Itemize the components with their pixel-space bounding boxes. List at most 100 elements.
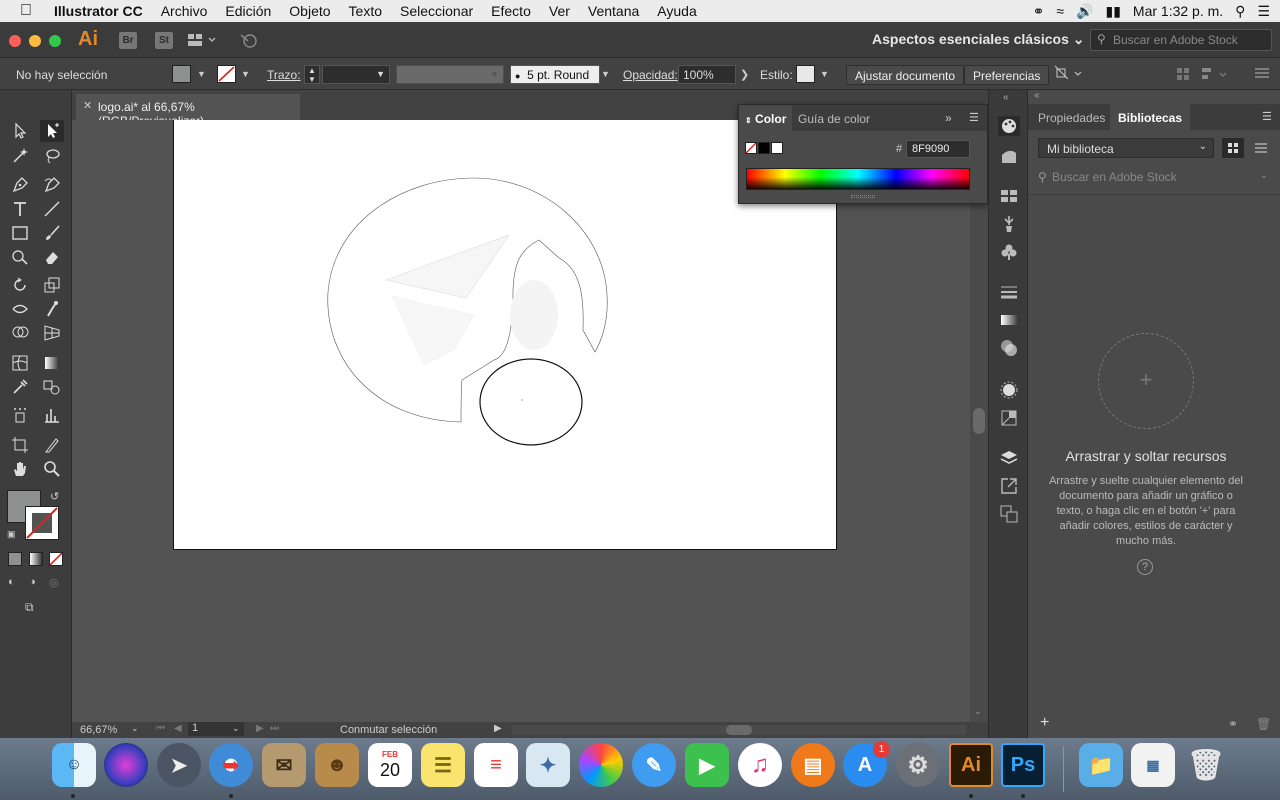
shape-builder-tool-icon[interactable] bbox=[8, 322, 32, 344]
scroll-down-icon[interactable]: ⌄ bbox=[974, 706, 982, 717]
fill-swatch[interactable] bbox=[172, 65, 191, 83]
draw-normal-icon[interactable]: ◐ bbox=[8, 576, 15, 588]
color-guide-icon[interactable] bbox=[998, 146, 1020, 166]
none-color-swatch[interactable] bbox=[745, 142, 757, 154]
rectangle-tool-icon[interactable] bbox=[8, 222, 32, 244]
export-asset-icon[interactable] bbox=[998, 476, 1020, 496]
wifi-icon[interactable]: ≈ bbox=[1056, 3, 1064, 19]
mesh-tool-icon[interactable] bbox=[8, 352, 32, 374]
launchpad-app-icon[interactable]: ➤ bbox=[157, 743, 201, 787]
transparency-icon[interactable] bbox=[998, 338, 1020, 358]
width-tool-icon[interactable] bbox=[8, 298, 32, 320]
magic-wand-tool-icon[interactable] bbox=[8, 145, 32, 167]
menu-objeto[interactable]: Objeto bbox=[280, 3, 339, 19]
logo-outline-path[interactable] bbox=[327, 177, 608, 423]
facetime-app-icon[interactable]: ▶ bbox=[685, 743, 729, 787]
status-action-label[interactable]: Conmutar selección bbox=[340, 724, 437, 736]
spotlight-search-icon[interactable]: ⚲ bbox=[1235, 3, 1245, 20]
gradient-tool-icon[interactable] bbox=[40, 352, 64, 374]
swatches-icon[interactable] bbox=[998, 186, 1020, 206]
notes-app-icon[interactable]: ☰ bbox=[421, 743, 465, 787]
opacity-label[interactable]: Opacidad: bbox=[623, 68, 678, 82]
window-minimize-button[interactable] bbox=[29, 35, 41, 47]
vertical-scroll-thumb[interactable] bbox=[973, 408, 985, 434]
finder-app-icon[interactable]: ☺ bbox=[52, 743, 96, 787]
itunes-app-icon[interactable]: ♫ bbox=[738, 743, 782, 787]
stroke-label[interactable]: Trazo: bbox=[267, 68, 301, 82]
first-artboard-icon[interactable]: ⏮ bbox=[156, 723, 165, 734]
stroke-panel-icon[interactable] bbox=[998, 282, 1020, 302]
symbol-sprayer-tool-icon[interactable] bbox=[8, 404, 32, 426]
mail-app-icon[interactable]: ✉ bbox=[262, 743, 306, 787]
messages-app-icon[interactable]: ✎ bbox=[632, 743, 676, 787]
tab-properties[interactable]: Propiedades bbox=[1030, 104, 1113, 130]
window-close-button[interactable] bbox=[9, 35, 21, 47]
puppet-warp-tool-icon[interactable] bbox=[40, 298, 64, 320]
stroke-swatch[interactable] bbox=[217, 65, 236, 83]
type-tool-icon[interactable] bbox=[8, 198, 32, 220]
menubar-clock[interactable]: Mar 1:32 p. m. bbox=[1133, 3, 1223, 19]
apple-menu-icon[interactable]:  bbox=[0, 2, 52, 20]
artboard-dropdown-icon[interactable]: ⌄ bbox=[232, 723, 240, 734]
next-artboard-icon[interactable]: ▶ bbox=[256, 723, 264, 734]
tab-color-guide[interactable]: Guía de color bbox=[792, 105, 876, 131]
brush-definition[interactable]: ● 5 pt. Round bbox=[510, 65, 600, 84]
lasso-tool-icon[interactable] bbox=[40, 145, 64, 167]
graphic-style-swatch[interactable] bbox=[796, 65, 815, 83]
illustrator-app-icon[interactable]: Ai bbox=[949, 743, 993, 787]
style-dropdown-icon[interactable]: ▼ bbox=[820, 69, 829, 79]
variable-width-profile[interactable]: ▼ bbox=[396, 65, 504, 84]
gpu-performance-icon[interactable] bbox=[238, 31, 260, 52]
brushes-icon[interactable] bbox=[998, 214, 1020, 234]
brush-dropdown-icon[interactable]: ▼ bbox=[601, 69, 610, 79]
circle-shape[interactable] bbox=[479, 358, 583, 446]
fit-document-button[interactable]: Ajustar documento bbox=[846, 65, 965, 85]
eraser-tool-icon[interactable] bbox=[40, 246, 64, 268]
stroke-weight-field[interactable]: ▼ bbox=[322, 65, 390, 84]
workspace-switcher[interactable]: Aspectos esenciales clásicos ⌄ bbox=[872, 31, 1085, 48]
lib-collapse-icon[interactable]: « bbox=[1034, 90, 1040, 101]
creative-cloud-sync-icon[interactable]: ⚭ bbox=[1228, 717, 1238, 731]
zoom-dropdown-icon[interactable]: ⌄ bbox=[131, 723, 139, 734]
stroke-weight-stepper[interactable]: ▲ ▼ bbox=[304, 65, 320, 84]
rotate-tool-icon[interactable] bbox=[8, 274, 32, 296]
stroke-color-box[interactable] bbox=[25, 506, 59, 540]
symbols-icon[interactable] bbox=[998, 242, 1020, 262]
safari-app-icon[interactable]: ➥ bbox=[209, 743, 253, 787]
library-search-input[interactable]: ⚲ Buscar en Adobe Stock ⌄ bbox=[1036, 170, 1272, 188]
isolate-icon[interactable] bbox=[1176, 67, 1190, 84]
shaper-tool-icon[interactable] bbox=[8, 246, 32, 268]
selection-tool-icon[interactable] bbox=[8, 120, 32, 142]
horizontal-scroll-thumb[interactable] bbox=[726, 725, 752, 735]
trash-app-icon[interactable]: 🗑 bbox=[1184, 743, 1228, 787]
grid-view-icon[interactable] bbox=[1222, 138, 1244, 158]
white-color-swatch[interactable] bbox=[771, 142, 783, 154]
slice-tool-icon[interactable] bbox=[40, 434, 64, 456]
menu-efecto[interactable]: Efecto bbox=[482, 3, 540, 19]
menu-ver[interactable]: Ver bbox=[540, 3, 579, 19]
color-spectrum-bar[interactable] bbox=[746, 168, 970, 190]
window-zoom-button[interactable] bbox=[49, 35, 61, 47]
column-graph-tool-icon[interactable] bbox=[40, 404, 64, 426]
search-scope-chevron-icon[interactable]: ⌄ bbox=[1260, 170, 1268, 181]
artboards-icon[interactable] bbox=[998, 504, 1020, 524]
control-panel-menu-icon[interactable] bbox=[1255, 67, 1269, 82]
preferences-button[interactable]: Preferencias bbox=[964, 65, 1050, 85]
artboard-tool-icon[interactable] bbox=[8, 434, 32, 456]
color-panel-icon[interactable] bbox=[998, 116, 1020, 136]
prev-artboard-icon[interactable]: ◀ bbox=[174, 723, 182, 734]
list-view-icon[interactable] bbox=[1250, 138, 1272, 158]
last-artboard-icon[interactable]: ⏭ bbox=[270, 723, 279, 734]
status-menu-arrow-icon[interactable]: ▶ bbox=[494, 723, 502, 734]
stock-button[interactable]: St bbox=[155, 32, 173, 49]
calendar-app-icon[interactable]: FEB 20 bbox=[368, 743, 412, 787]
default-fill-stroke-icon[interactable]: ▣ bbox=[7, 529, 16, 540]
trash-icon[interactable]: 🗑 bbox=[1256, 717, 1271, 731]
tab-color[interactable]: ⇕ Color bbox=[739, 105, 793, 131]
menu-edicion[interactable]: Edición bbox=[216, 3, 280, 19]
opacity-arrow-icon[interactable]: ❯ bbox=[740, 68, 749, 81]
black-color-swatch[interactable] bbox=[758, 142, 770, 154]
menu-seleccionar[interactable]: Seleccionar bbox=[391, 3, 482, 19]
battery-icon[interactable]: ▮▮ bbox=[1105, 3, 1120, 20]
paper-plane-top-shape[interactable] bbox=[384, 234, 510, 299]
